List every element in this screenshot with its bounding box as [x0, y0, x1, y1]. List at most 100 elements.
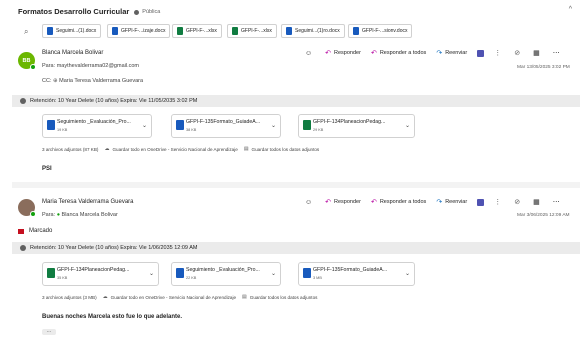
forward-button[interactable]: ↷ Reenviar	[436, 49, 467, 57]
avatar[interactable]: BB	[18, 52, 36, 70]
attachment-size: 29 KB	[313, 128, 324, 132]
emoji-icon[interactable]: ☺	[305, 199, 315, 206]
chip-label: GFPI-F-...xlsx	[241, 28, 272, 34]
attachments-info: 3 archivos adjuntos (3 MB) ☁ Guardar tod…	[42, 294, 317, 300]
save-icon: ▤	[242, 294, 247, 300]
cloud-icon: ☁	[102, 294, 108, 300]
reply-all-label: Responder a todos	[379, 199, 427, 205]
attachment-size: 22 KB	[186, 276, 197, 280]
save-icon: ▤	[243, 146, 249, 152]
save-onedrive-link[interactable]: Guardar todo en OneDrive - Servicio Naci…	[111, 295, 236, 300]
chevron-down-icon[interactable]: ⌄	[149, 270, 154, 277]
avatar-initials: BB	[22, 57, 31, 64]
attachment-size: 38 KB	[186, 128, 197, 132]
quick-steps-icon[interactable]: ⋮	[494, 198, 504, 206]
attachment-size: 19 KB	[57, 128, 68, 132]
presence-available-icon	[30, 64, 36, 70]
retention-text: Retención: 10 Year Delete (10 años) Expi…	[30, 245, 198, 251]
view-icon[interactable]: ▦	[533, 49, 543, 57]
attachment-name: GFPI-F-135Formato_GuiadeA...	[313, 267, 388, 273]
chevron-down-icon[interactable]: ⌄	[271, 270, 276, 277]
forward-label: Reenviar	[445, 199, 468, 205]
to-label: Para:	[42, 63, 56, 69]
collapse-icon[interactable]: ^	[569, 6, 572, 13]
attachment-name: GFPI-F-134PlaneacionPedag...	[313, 119, 386, 125]
save-onedrive-link[interactable]: Guardar todo en OneDrive - Servicio Naci…	[112, 147, 237, 152]
contact-icon: ⊕	[53, 78, 58, 84]
word-file-icon	[176, 120, 184, 130]
attachment-card[interactable]: Seguimiento _Evaluación_Pro... 22 KB ⌄	[171, 262, 281, 286]
thread-title-text: Formatos Desarrollo Curricular	[18, 7, 130, 16]
flag-status[interactable]: Marcado	[18, 228, 52, 234]
chevron-down-icon[interactable]: ⌄	[271, 122, 276, 129]
flag-icon	[18, 228, 24, 234]
top-attachment-chip[interactable]: Seguimi...(1)ro.docx	[281, 24, 345, 38]
reply-all-button[interactable]: ↶ Responder a todos	[371, 49, 426, 57]
apps-icon[interactable]	[477, 198, 485, 206]
word-file-icon	[112, 27, 118, 35]
cc-recipient[interactable]: Maria Teresa Valderrama Guevara	[59, 78, 143, 84]
attachment-card[interactable]: GFPI-F-135Formato_GuiadeA... 3 MB ⌄	[298, 262, 415, 286]
avatar-photo[interactable]	[18, 199, 36, 217]
top-attachment-chip[interactable]: Seguimi...(1).docx	[42, 24, 102, 38]
word-file-icon	[47, 120, 55, 130]
chevron-down-icon[interactable]: ⌄	[142, 122, 147, 129]
reply-all-label: Responder a todos	[379, 50, 427, 56]
message-body: PSI	[42, 166, 52, 172]
attachments-summary: 3 archivos adjuntos (3 MB)	[42, 294, 97, 300]
attachment-card[interactable]: GFPI-F-134PlaneacionPedag... 35 KB ⌄	[42, 262, 159, 286]
reply-button[interactable]: ↶ Responder	[325, 49, 361, 57]
excel-file-icon	[177, 27, 183, 35]
cloud-icon: ☁	[104, 146, 110, 152]
apps-icon[interactable]	[477, 49, 485, 57]
message-body: Buenas noches Marcela esto fue lo que ad…	[42, 314, 183, 320]
recipient[interactable]: maythevalderrama02@gmail.com	[57, 63, 139, 69]
sender-name[interactable]: Blanca Marcela Bolivar	[42, 50, 103, 56]
more-options-icon[interactable]: ⋯	[553, 49, 563, 57]
retention-text: Retención: 10 Year Delete (10 años) Expi…	[30, 98, 198, 104]
reply-button[interactable]: ↶ Responder	[325, 198, 361, 206]
excel-file-icon	[232, 27, 238, 35]
top-attachment-chip[interactable]: GFPI-F-...izaje.docx	[107, 24, 171, 38]
chip-label: GFPI-F-...izaje.docx	[121, 28, 166, 34]
check-icon[interactable]: ⊘	[514, 198, 523, 206]
forward-button[interactable]: ↷ Reenviar	[436, 198, 467, 206]
emoji-icon[interactable]: ☺	[305, 50, 315, 57]
attachment-card[interactable]: GFPI-F-134PlaneacionPedag... 29 KB ⌄	[298, 114, 415, 138]
attachment-name: Seguimiento _Evaluación_Pro...	[57, 119, 131, 125]
globe-icon	[134, 9, 140, 15]
top-attachment-chip[interactable]: GFPI-F-...xlsx	[227, 24, 277, 38]
top-attachment-chip[interactable]: GFPI-F-...sionv.docx	[348, 24, 413, 38]
save-all-link[interactable]: Guardar todos los datos adjuntos	[252, 147, 320, 152]
view-icon[interactable]: ▦	[533, 198, 543, 206]
excel-file-icon	[303, 120, 311, 130]
reply-all-button[interactable]: ↶ Responder a todos	[371, 198, 426, 206]
message-date: Mar 3/06/2025 12:09 AM	[517, 213, 570, 218]
chevron-down-icon[interactable]: ⌄	[405, 122, 410, 129]
attachments-summary: 3 archivos adjuntos (87 KB)	[42, 146, 99, 152]
retention-banner: Retención: 10 Year Delete (10 años) Expi…	[12, 242, 580, 254]
excel-file-icon	[47, 268, 55, 278]
paperclip-icon: ⌕	[24, 27, 29, 36]
recipient[interactable]: Blanca Marcela Bolivar	[62, 212, 118, 218]
check-icon[interactable]: ⊘	[514, 49, 523, 57]
presence-icon: ●	[56, 212, 61, 218]
chip-label: Seguimi...(1)ro.docx	[295, 28, 340, 34]
show-more-button[interactable]: ...	[42, 329, 56, 335]
word-file-icon	[47, 27, 53, 35]
quick-steps-icon[interactable]: ⋮	[494, 49, 504, 57]
sender-name[interactable]: Maria Teresa Valderrama Guevara	[42, 199, 134, 205]
attachment-card[interactable]: Seguimiento _Evaluación_Pro... 19 KB ⌄	[42, 114, 152, 138]
chip-label: GFPI-F-...sionv.docx	[362, 28, 408, 34]
save-all-link[interactable]: Guardar todos los datos adjuntos	[250, 295, 318, 300]
to-line: Para: maythevalderrama02@gmail.com	[42, 63, 139, 69]
attachment-size: 35 KB	[57, 276, 68, 280]
attachment-name: GFPI-F-135Formato_GuiadeA...	[186, 119, 261, 125]
top-attachment-chip[interactable]: GFPI-F-...xlsx	[172, 24, 222, 38]
word-file-icon	[303, 268, 311, 278]
attachment-card[interactable]: GFPI-F-135Formato_GuiadeA... 38 KB ⌄	[171, 114, 281, 138]
info-icon	[20, 245, 26, 251]
chevron-down-icon[interactable]: ⌄	[405, 270, 410, 277]
message-actions: ☺ ↶ Responder ↶ Responder a todos ↷ Reenvia…	[305, 198, 563, 206]
more-options-icon[interactable]: ⋯	[553, 198, 563, 206]
